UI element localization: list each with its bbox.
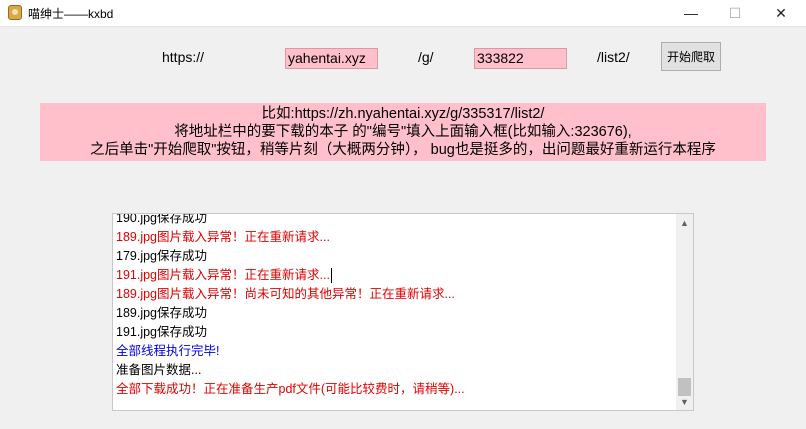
minimize-button[interactable]: — xyxy=(668,0,714,26)
log-line: 准备图片数据... xyxy=(116,363,202,377)
log-line: 190.jpg保存成功 xyxy=(116,213,208,225)
log-lines: 190.jpg保存成功 189.jpg图片载入异常！正在重新请求... 179.jp… xyxy=(116,213,676,399)
title-bar: 喵绅士——kxbd — ☐ ✕ xyxy=(0,0,806,27)
log-textarea[interactable]: 190.jpg保存成功 189.jpg图片载入异常！正在重新请求... 179.jp… xyxy=(112,213,694,411)
main-panel: https:// yahentai.xyz /g/ 333822 /list2/… xyxy=(0,27,806,429)
scroll-up-icon[interactable]: ▲ xyxy=(676,214,693,231)
text-caret xyxy=(330,268,332,284)
close-button[interactable]: ✕ xyxy=(758,0,804,26)
maximize-button[interactable]: ☐ xyxy=(712,0,758,26)
start-crawl-button[interactable]: 开始爬取 xyxy=(661,42,721,71)
scroll-down-icon[interactable]: ▼ xyxy=(676,393,693,410)
log-line: 189.jpg保存成功 xyxy=(116,306,208,320)
log-line: 179.jpg保存成功 xyxy=(116,249,208,263)
log-line: 全部线程执行完毕! xyxy=(116,344,220,358)
log-line: 189.jpg图片载入异常！尚未可知的其他异常！正在重新请求... xyxy=(116,287,455,301)
log-line: 191.jpg图片载入异常！正在重新请求... xyxy=(116,268,332,284)
window-title: 喵绅士——kxbd xyxy=(28,7,114,21)
url-prefix-label: https:// xyxy=(162,49,205,65)
log-scrollbar[interactable]: ▲ ▼ xyxy=(676,214,693,410)
instruction-line-2: 将地址栏中的要下载的本子 的"编号"填入上面输入框(比如输入:323676), xyxy=(174,124,632,140)
instruction-line-1: 比如:https://zh.nyahentai.xyz/g/335317/lis… xyxy=(261,106,545,122)
instructions-box: 比如:https://zh.nyahentai.xyz/g/335317/lis… xyxy=(40,103,766,161)
log-line: 189.jpg图片载入异常！正在重新请求... xyxy=(116,230,330,244)
id-input[interactable]: 333822 xyxy=(474,48,567,69)
log-line: 全部下载成功！正在准备生产pdf文件(可能比较费时，请稍等)... xyxy=(116,382,465,396)
url-suffix-label: /list2/ xyxy=(597,49,630,65)
domain-input[interactable]: yahentai.xyz xyxy=(285,48,378,69)
log-line: 191.jpg保存成功 xyxy=(116,325,208,339)
url-mid-label: /g/ xyxy=(418,49,434,65)
app-icon xyxy=(8,5,22,20)
instruction-line-3: 之后单击"开始爬取"按钮，稍等片刻（大概两分钟）， bug也是挺多的，出问题最好… xyxy=(90,142,716,158)
